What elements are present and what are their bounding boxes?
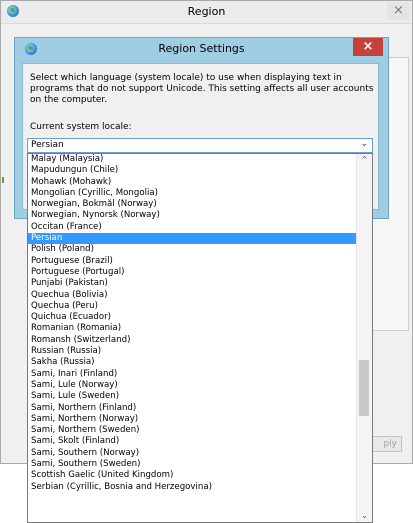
locale-list-item[interactable]: Sami, Southern (Norway) <box>28 448 357 459</box>
locale-dropdown-list[interactable]: Malay (Malaysia) Mapudungun (Chile) Mohawk… <box>27 153 373 523</box>
locale-list-item[interactable]: Punjabi (Pakistan) <box>28 278 357 289</box>
region-title: Region <box>187 5 226 18</box>
apply-button-label: ply <box>383 439 397 449</box>
locale-list-item[interactable]: Norwegian, Bokmål (Norway) <box>28 199 357 210</box>
dialog-title-bar[interactable]: Region Settings × <box>15 38 388 60</box>
system-locale-combobox[interactable]: Persian ⌄ <box>27 138 373 153</box>
dialog-close-button[interactable]: × <box>353 38 383 56</box>
locale-list-item[interactable]: Persian <box>28 233 357 245</box>
locale-list-item[interactable]: Russian (Russia) <box>28 346 357 357</box>
locale-list-item[interactable]: Sami, Northern (Finland) <box>28 403 357 414</box>
locale-list-item[interactable]: Sami, Northern (Sweden) <box>28 425 357 436</box>
combobox-value: Persian <box>31 140 64 150</box>
locale-list-item[interactable]: Malay (Malaysia) <box>28 154 357 165</box>
locale-list-item[interactable]: Romansh (Switzerland) <box>28 335 357 346</box>
scroll-up-icon[interactable]: ^ <box>357 154 372 166</box>
locale-list-item[interactable]: Serbian (Cyrillic, Bosnia and Herzegovin… <box>28 482 357 493</box>
locale-list-item[interactable]: Polish (Poland) <box>28 244 357 255</box>
locale-list-item[interactable]: Occitan (France) <box>28 222 357 233</box>
locale-list-item[interactable]: Portuguese (Portugal) <box>28 267 357 278</box>
locale-list-item[interactable]: Norwegian, Nynorsk (Norway) <box>28 210 357 221</box>
locale-list-item[interactable]: Romanian (Romania) <box>28 323 357 334</box>
locale-list-item[interactable]: Quechua (Bolivia) <box>28 290 357 301</box>
dialog-title: Region Settings <box>158 42 245 55</box>
locale-list-item[interactable]: Quichua (Ecuador) <box>28 312 357 323</box>
locale-list-item[interactable]: Mohawk (Mohawk) <box>28 177 357 188</box>
scroll-thumb[interactable] <box>359 360 369 416</box>
dialog-description: Select which language (system locale) to… <box>30 73 374 105</box>
locale-list-item[interactable]: Scottish Gaelic (United Kingdom) <box>28 470 357 481</box>
locale-list-item[interactable]: Sami, Southern (Sweden) <box>28 459 357 470</box>
locale-list-item[interactable]: Mongolian (Cyrillic, Mongolia) <box>28 188 357 199</box>
region-close-button[interactable]: × <box>387 2 410 20</box>
locale-list-item[interactable]: Quechua (Peru) <box>28 301 357 312</box>
locale-list-item[interactable]: Mapudungun (Chile) <box>28 165 357 176</box>
locale-list-item[interactable]: Portuguese (Brazil) <box>28 256 357 267</box>
current-locale-label: Current system locale: <box>30 122 132 132</box>
scroll-down-icon[interactable]: ⌄ <box>357 510 372 522</box>
locale-list-item[interactable]: Sami, Lule (Sweden) <box>28 391 357 402</box>
locale-list-item[interactable]: Sami, Northern (Norway) <box>28 414 357 425</box>
edge-mark <box>2 177 4 183</box>
locale-list-item[interactable]: Sami, Lule (Norway) <box>28 380 357 391</box>
locale-items: Malay (Malaysia) Mapudungun (Chile) Mohawk… <box>28 154 357 493</box>
chevron-down-icon[interactable]: ⌄ <box>360 139 368 149</box>
locale-list-item[interactable]: Sami, Skolt (Finland) <box>28 436 357 447</box>
locale-list-item[interactable]: Sami, Inari (Finland) <box>28 369 357 380</box>
region-title-bar[interactable]: Region × <box>1 1 412 24</box>
locale-list-item[interactable]: Sakha (Russia) <box>28 357 357 368</box>
list-scrollbar[interactable]: ^ ⌄ <box>356 154 372 522</box>
